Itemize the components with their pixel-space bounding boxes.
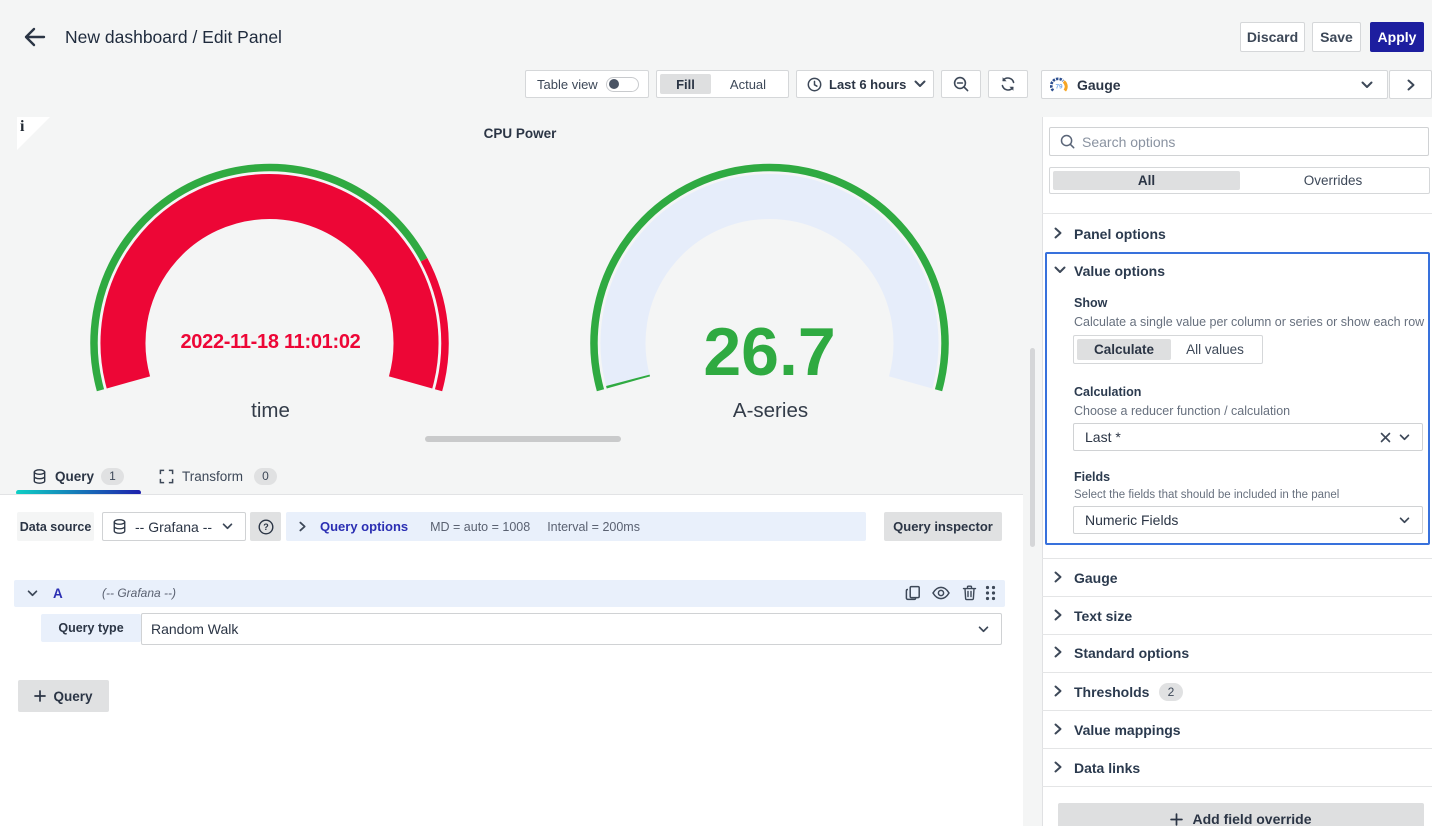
svg-text:79: 79 [1055, 83, 1063, 90]
svg-text:?: ? [263, 522, 269, 532]
